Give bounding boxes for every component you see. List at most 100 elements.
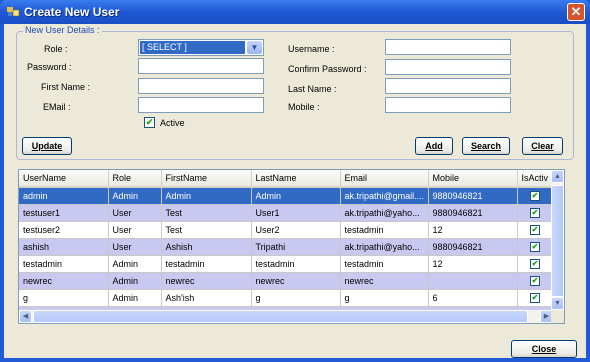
cell-isactive[interactable]: ✔ (517, 289, 554, 307)
col-header-firstname[interactable]: FirstName (161, 170, 252, 188)
isactive-checkbox[interactable]: ✔ (530, 225, 540, 235)
cell-firstname[interactable]: Ash'ish (161, 289, 252, 307)
cell-role[interactable]: Admin (108, 289, 162, 307)
cell-username[interactable]: testuser2 (19, 221, 109, 239)
cell-email[interactable]: ak.tripathi@yaho... (340, 238, 429, 256)
cell-email[interactable]: g (340, 289, 429, 307)
role-select[interactable]: [ SELECT ] ▼ (138, 39, 264, 56)
cell-lastname[interactable]: newrec (251, 272, 341, 290)
role-select-value: [ SELECT ] (140, 41, 245, 54)
isactive-checkbox[interactable]: ✔ (530, 293, 540, 303)
confirm-password-field[interactable] (385, 59, 511, 75)
cell-role[interactable]: User (108, 238, 162, 256)
cell-username[interactable]: newrec (19, 272, 109, 290)
cell-isactive[interactable]: ✔ (517, 187, 554, 205)
isactive-checkbox[interactable]: ✔ (530, 242, 540, 252)
cell-mobile[interactable] (428, 272, 518, 290)
cell-username[interactable]: testuser1 (19, 204, 109, 222)
cell-email[interactable]: ak.tripathi@gmail.... (340, 187, 429, 205)
cell-mobile[interactable]: 9880946821 (428, 204, 518, 222)
vertical-scroll-thumb[interactable] (551, 185, 564, 297)
isactive-checkbox[interactable]: ✔ (530, 276, 540, 286)
cell-lastname[interactable]: User1 (251, 204, 341, 222)
cell-mobile[interactable]: 12 (428, 255, 518, 273)
cell-isactive[interactable]: ✔ (517, 255, 554, 273)
cell-firstname[interactable]: testadmin (161, 255, 252, 273)
scroll-up-icon[interactable]: ▲ (551, 170, 564, 183)
cell-username[interactable]: g (19, 289, 109, 307)
isactive-checkbox[interactable]: ✔ (530, 191, 540, 202)
vertical-scrollbar[interactable]: ▲ ▼ (551, 170, 564, 310)
last-name-field[interactable] (385, 78, 511, 94)
update-button[interactable]: Update (22, 137, 72, 155)
email-field[interactable] (138, 97, 264, 113)
cell-role[interactable]: User (108, 204, 162, 222)
cell-lastname[interactable]: g (251, 289, 341, 307)
col-header-username[interactable]: UserName (19, 170, 109, 188)
close-window-button[interactable]: ✕ (567, 3, 585, 21)
username-label: Username : (288, 44, 335, 54)
cell-mobile[interactable]: 6 (428, 289, 518, 307)
cell-username[interactable]: testadmin (19, 255, 109, 273)
cell-role[interactable]: Admin (108, 187, 162, 205)
cell-isactive[interactable]: ✔ (517, 221, 554, 239)
cell-lastname[interactable]: User2 (251, 221, 341, 239)
cell-firstname[interactable]: Admin (161, 187, 252, 205)
table-row[interactable]: ashish User Ashish Tripathi ak.tripathi@yaho… (19, 238, 554, 256)
isactive-checkbox[interactable]: ✔ (530, 208, 540, 218)
window-title: Create New User (24, 5, 120, 19)
table-row[interactable]: testuser1 User Test User1 ak.tripathi@yaho..… (19, 204, 554, 222)
mobile-label: Mobile : (288, 102, 320, 112)
cell-firstname[interactable]: Ashish (161, 238, 252, 256)
col-header-isactive[interactable]: IsActiv (517, 170, 554, 188)
scroll-left-icon[interactable]: ◀ (19, 310, 32, 323)
table-row[interactable]: g Admin Ash'ish g g 6 ✔ (19, 289, 554, 307)
username-field[interactable] (385, 39, 511, 55)
cell-lastname[interactable]: Tripathi (251, 238, 341, 256)
cell-isactive[interactable]: ✔ (517, 204, 554, 222)
cell-email[interactable]: ak.tripathi@yaho... (340, 204, 429, 222)
cell-role[interactable]: User (108, 221, 162, 239)
cell-mobile[interactable]: 12 (428, 221, 518, 239)
users-grid[interactable]: UserName Role FirstName LastName Email M… (18, 169, 565, 324)
cell-email[interactable]: testadmin (340, 255, 429, 273)
cell-firstname[interactable]: Test (161, 221, 252, 239)
active-checkbox[interactable]: ✔ (144, 117, 155, 128)
scroll-down-icon[interactable]: ▼ (551, 297, 564, 310)
cell-role[interactable]: Admin (108, 255, 162, 273)
chevron-down-icon[interactable]: ▼ (247, 41, 262, 54)
first-name-field[interactable] (138, 78, 264, 94)
add-button[interactable]: Add (415, 137, 453, 155)
mobile-field[interactable] (385, 97, 511, 113)
table-row[interactable]: testadmin Admin testadmin testadmin testadmi… (19, 255, 554, 273)
cell-firstname[interactable]: Test (161, 204, 252, 222)
col-header-lastname[interactable]: LastName (251, 170, 341, 188)
horizontal-scrollbar[interactable]: ◀ ▶ (19, 310, 553, 323)
isactive-checkbox[interactable]: ✔ (530, 259, 540, 269)
table-row[interactable]: testuser2 User Test User2 testadmin 12 ✔ (19, 221, 554, 239)
password-field[interactable] (138, 58, 264, 74)
cell-mobile[interactable]: 9880946821 (428, 238, 518, 256)
cell-email[interactable]: newrec (340, 272, 429, 290)
table-row[interactable]: admin Admin Admin Admin ak.tripathi@gmail...… (19, 187, 554, 205)
new-user-details-group: New User Details : Role : [ SELECT ] ▼ P… (16, 25, 574, 160)
clear-button[interactable]: Clear (522, 137, 563, 155)
col-header-mobile[interactable]: Mobile (428, 170, 518, 188)
cell-lastname[interactable]: Admin (251, 187, 341, 205)
title-bar[interactable]: Create New User ✕ (0, 0, 590, 24)
horizontal-scroll-thumb[interactable] (33, 310, 528, 323)
close-button[interactable]: Close (511, 340, 577, 358)
table-row[interactable]: newrec Admin newrec newrec newrec ✔ (19, 272, 554, 290)
cell-isactive[interactable]: ✔ (517, 238, 554, 256)
cell-username[interactable]: admin (19, 187, 109, 205)
col-header-role[interactable]: Role (108, 170, 162, 188)
col-header-email[interactable]: Email (340, 170, 429, 188)
cell-email[interactable]: testadmin (340, 221, 429, 239)
cell-firstname[interactable]: newrec (161, 272, 252, 290)
cell-role[interactable]: Admin (108, 272, 162, 290)
cell-isactive[interactable]: ✔ (517, 272, 554, 290)
cell-mobile[interactable]: 9880946821 (428, 187, 518, 205)
search-button[interactable]: Search (462, 137, 510, 155)
cell-lastname[interactable]: testadmin (251, 255, 341, 273)
cell-username[interactable]: ashish (19, 238, 109, 256)
